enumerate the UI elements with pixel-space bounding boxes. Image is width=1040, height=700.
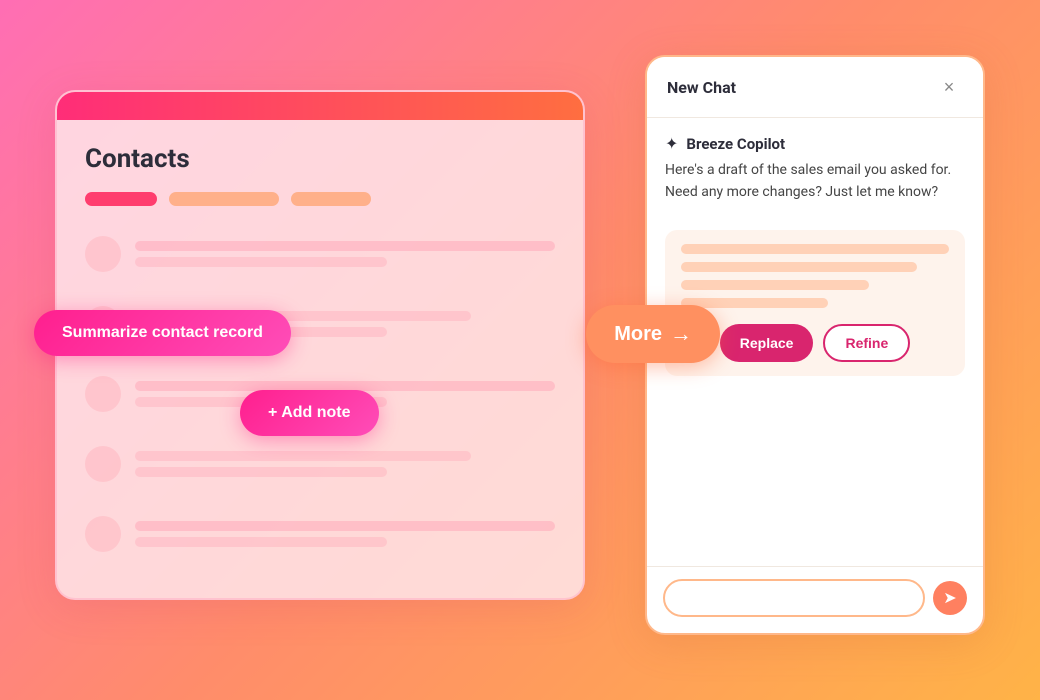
copilot-header: ✦ Breeze Copilot — [665, 134, 965, 153]
draft-line-2 — [681, 262, 917, 272]
refine-button[interactable]: Refine — [823, 324, 910, 362]
copilot-message-text: Here's a draft of the sales email you as… — [665, 159, 965, 204]
filter-pill-peach — [169, 192, 279, 206]
draft-line-4 — [681, 298, 828, 308]
avatar — [85, 516, 121, 552]
contact-name-line — [135, 241, 555, 251]
add-note-button[interactable]: + Add note — [240, 390, 379, 436]
chat-close-button[interactable]: × — [935, 73, 963, 101]
more-arrow-icon: → — [670, 321, 692, 347]
chat-title: New Chat — [667, 78, 736, 97]
contact-name-line — [135, 451, 471, 461]
contacts-top-bar — [57, 92, 583, 120]
filter-pill-red — [85, 192, 157, 206]
avatar — [85, 236, 121, 272]
contact-row — [85, 226, 555, 282]
avatar — [85, 446, 121, 482]
avatar — [85, 376, 121, 412]
filter-pill-salmon — [291, 192, 371, 206]
contact-row — [85, 506, 555, 562]
chat-send-button[interactable]: ➤ — [933, 581, 967, 615]
contact-line-group — [135, 521, 555, 547]
more-label: More — [614, 323, 662, 346]
copilot-star-icon: ✦ — [665, 134, 678, 153]
contact-line-group — [135, 451, 555, 477]
draft-line-1 — [681, 244, 949, 254]
copilot-message: ✦ Breeze Copilot Here's a draft of the s… — [665, 134, 965, 216]
copilot-name: Breeze Copilot — [686, 135, 785, 153]
contact-detail-line — [135, 467, 387, 477]
contact-name-line — [135, 521, 555, 531]
contact-line-group — [135, 241, 555, 267]
contact-row — [85, 436, 555, 492]
draft-actions: Replace Refine — [681, 324, 949, 362]
replace-button[interactable]: Replace — [720, 324, 814, 362]
chat-input-row: ➤ — [647, 566, 983, 633]
summarize-contact-record-button[interactable]: Summarize contact record — [34, 310, 291, 356]
more-button[interactable]: More → — [586, 305, 720, 363]
contact-detail-line — [135, 537, 387, 547]
chat-header: New Chat × — [647, 57, 983, 118]
contacts-title: Contacts — [85, 144, 555, 174]
chat-input[interactable] — [663, 579, 925, 617]
draft-line-3 — [681, 280, 869, 290]
contact-detail-line — [135, 257, 387, 267]
contacts-filter-row — [85, 192, 555, 206]
